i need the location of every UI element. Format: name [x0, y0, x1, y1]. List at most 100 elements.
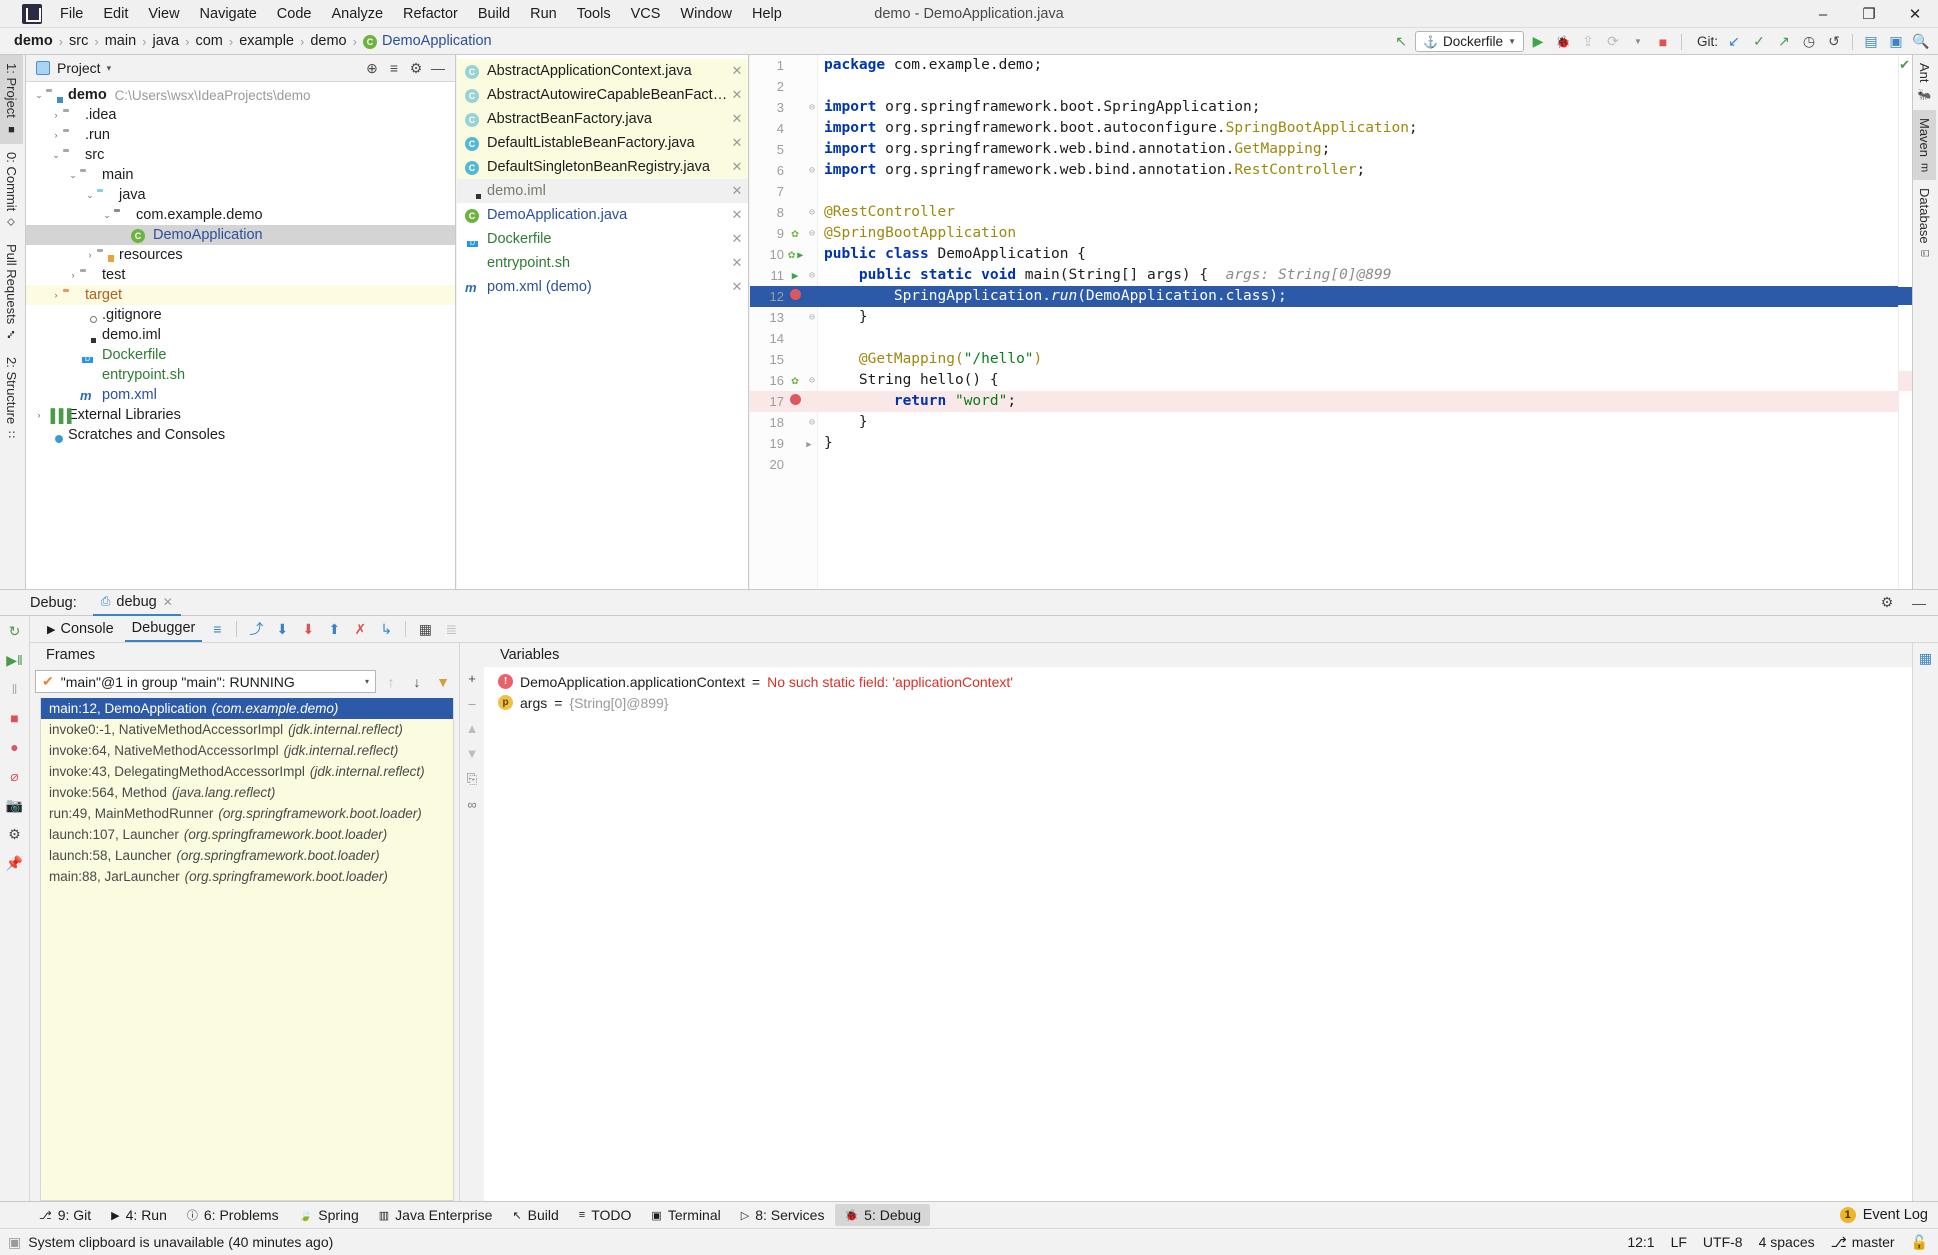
sort-values-icon[interactable]: ≣ — [440, 619, 462, 639]
code-line-16[interactable]: 16 ✿ ⊖ String hello() { — [750, 370, 1912, 391]
code-line-14[interactable]: 14 — [750, 328, 1912, 349]
tree-node-target[interactable]: › target — [26, 285, 455, 305]
code-line-7[interactable]: 7 — [750, 181, 1912, 202]
close-icon[interactable]: ✕ — [730, 87, 744, 103]
chevron-down-icon[interactable]: ⌄ — [32, 90, 46, 101]
collapse-all-icon[interactable]: ≡ — [383, 57, 405, 79]
variables-list[interactable]: ! DemoApplication.applicationContext = No… — [484, 667, 1912, 1201]
code-line-15[interactable]: 15 @GetMapping("/hello") — [750, 349, 1912, 370]
run-to-cursor-icon[interactable]: ↳ — [375, 619, 397, 639]
step-out-icon[interactable]: ⬆ — [323, 619, 345, 639]
code-line-11[interactable]: 11 ▶ ⊖ public static void main(String[] ar… — [750, 265, 1912, 286]
debug-layout-sidebar[interactable]: ▦ — [1912, 643, 1938, 1201]
tool-tab-project[interactable]: 1: Project ■ — [0, 55, 23, 144]
file-tab-abstractautowirecapablebeanfactory-java[interactable]: C AbstractAutowireCapableBeanFactory.java… — [457, 83, 748, 107]
code-line-17[interactable]: 17 return "word"; — [750, 391, 1912, 412]
menu-item-code[interactable]: Code — [267, 2, 322, 26]
settings-icon[interactable]: ⚙ — [4, 824, 26, 844]
bottom-tab-spring[interactable]: 🍃 Spring — [290, 1204, 368, 1226]
code-line-4[interactable]: 4 import org.springframework.boot.autocon… — [750, 118, 1912, 139]
chevron-right-icon[interactable]: › — [83, 250, 97, 260]
file-tab-abstractbeanfactory-java[interactable]: C AbstractBeanFactory.java ✕ — [457, 107, 748, 131]
copy-value-icon[interactable]: ⎘ — [467, 771, 477, 787]
tree-node-external-libraries[interactable]: › ▐▐▐ External Libraries — [26, 405, 455, 425]
tree-node-java[interactable]: ⌄ java — [26, 185, 455, 205]
chevron-right-icon[interactable]: › — [49, 110, 63, 120]
debug-tab-debugger[interactable]: Debugger — [124, 616, 203, 642]
breadcrumb-item-src[interactable]: src — [69, 33, 88, 49]
run-icon[interactable]: ▶ — [1527, 31, 1549, 53]
code-fold-icon[interactable]: ⊖ — [805, 370, 819, 391]
code-line-5[interactable]: 5 import org.springframework.web.bind.ann… — [750, 139, 1912, 160]
close-icon[interactable]: ✕ — [730, 207, 744, 223]
status-message[interactable]: System clipboard is unavailable (40 minu… — [28, 1234, 333, 1250]
close-icon[interactable]: ✕ — [730, 279, 744, 295]
add-watch-icon[interactable]: + — [468, 671, 476, 686]
chevron-right-icon[interactable]: › — [66, 270, 80, 280]
menu-item-window[interactable]: Window — [670, 2, 742, 26]
spring-run-icon[interactable]: ✿ ▶ — [788, 244, 803, 266]
variables-actions-sidebar[interactable]: + – ▲ ▼ ⎘ ∞ — [460, 643, 484, 1201]
run-gutter-icon[interactable]: ▶ — [788, 265, 802, 286]
fold-arrow-icon[interactable]: ▶ — [802, 433, 816, 456]
tree-node-src[interactable]: ⌄ src — [26, 145, 455, 165]
code-fold-icon[interactable]: ⊖ — [805, 307, 819, 328]
file-tab-demoapplication-java[interactable]: C DemoApplication.java ✕ — [457, 203, 748, 227]
breakpoint-icon[interactable] — [788, 286, 802, 307]
code-fold-icon[interactable]: ⊖ — [805, 412, 819, 433]
code-line-19[interactable]: 19 ▶} — [750, 433, 1912, 454]
chevron-down-icon[interactable]: ⌄ — [100, 210, 114, 221]
mute-breakpoints-icon[interactable]: ● — [4, 737, 26, 757]
restore-layout-icon[interactable]: ▦ — [1915, 647, 1937, 669]
stop-icon[interactable]: ■ — [1652, 31, 1674, 53]
code-line-3[interactable]: 3 ⊖ import org.springframework.boot.Spring… — [750, 97, 1912, 118]
debug-action-sidebar[interactable]: ↻ ▶‖ ‖ ■ ● ⌀ 📷 ⚙ 📌 — [0, 616, 30, 1201]
code-editor[interactable]: 1 package com.example.demo; 2 3 ⊖ import org.… — [750, 55, 1912, 589]
locate-file-icon[interactable]: ⊕ — [361, 57, 383, 79]
chevron-down-icon[interactable]: ⌄ — [83, 190, 97, 201]
close-icon[interactable]: ✕ — [730, 159, 744, 175]
inspect-icon[interactable]: ∞ — [467, 797, 476, 812]
open-files-list[interactable]: C AbstractApplicationContext.java ✕ C Abstra… — [457, 55, 749, 589]
menu-item-analyze[interactable]: Analyze — [321, 2, 393, 26]
code-line-18[interactable]: 18 ⊖ } — [750, 412, 1912, 433]
code-fold-icon[interactable]: ⊖ — [805, 160, 819, 181]
resume-icon[interactable]: ▶‖ — [4, 650, 26, 670]
search-icon[interactable]: 🔍 — [1910, 31, 1932, 53]
code-line-10[interactable]: 10 ✿ ▶ public class DemoApplication { — [750, 244, 1912, 265]
bottom-tab-terminal[interactable]: ▣ Terminal — [642, 1204, 729, 1226]
code-line-12[interactable]: 12 SpringApplication.run(DemoApplication… — [750, 286, 1912, 307]
project-settings-icon[interactable]: ⚙ — [405, 57, 427, 79]
debug-icon[interactable]: 🐞 — [1552, 31, 1574, 53]
stack-frame-row[interactable]: invoke:564, Method (java.lang.reflect) — [41, 782, 453, 803]
stack-frame-row[interactable]: main:12, DemoApplication (com.example.dem… — [41, 698, 453, 719]
code-fold-icon[interactable]: ⊖ — [805, 223, 819, 244]
chevron-down-icon[interactable]: ▾ — [107, 63, 112, 74]
event-log-area[interactable]: 1 Event Log — [1839, 1207, 1928, 1223]
tool-tab-database[interactable]: Database ⌸ — [1913, 180, 1936, 264]
stack-frame-row[interactable]: launch:58, Launcher (org.springframework.… — [41, 845, 453, 866]
chevron-down-icon[interactable]: ⌄ — [49, 150, 63, 161]
menu-item-vcs[interactable]: VCS — [621, 2, 671, 26]
tool-tab-pull-requests[interactable]: Pull Requests ⑇ — [0, 236, 23, 349]
force-step-into-icon[interactable]: ✗ — [349, 619, 371, 639]
tree-node--idea[interactable]: › .idea — [26, 105, 455, 125]
layout-icon[interactable]: ≡ — [206, 619, 228, 639]
stack-frame-row[interactable]: invoke:43, DelegatingMethodAccessorImpl (… — [41, 761, 453, 782]
minimize-button[interactable]: – — [1800, 0, 1846, 28]
debug-tab-console[interactable]: ▶ Console — [40, 616, 121, 642]
bottom-tab-4-run[interactable]: ▶ 4: Run — [102, 1204, 176, 1226]
close-icon[interactable]: ✕ — [730, 135, 744, 151]
git-rollback-icon[interactable]: ↺ — [1823, 31, 1845, 53]
tree-node-com-example-demo[interactable]: ⌄ com.example.demo — [26, 205, 455, 225]
bottom-tab-8-services[interactable]: ▷ 8: Services — [732, 1204, 834, 1226]
breadcrumb-item-java[interactable]: java — [152, 33, 179, 49]
breadcrumb[interactable]: demo › src › main › java › com › example › demo › C Dem… — [14, 33, 492, 49]
tree-node-main[interactable]: ⌄ main — [26, 165, 455, 185]
close-icon[interactable]: ✕ — [730, 111, 744, 127]
show-execution-point-icon[interactable]: ⤴ — [245, 619, 267, 639]
bottom-tab-5-debug[interactable]: 🐞 5: Debug — [835, 1204, 930, 1226]
code-line-13[interactable]: 13 ⊖ } — [750, 307, 1912, 328]
tool-tab-maven[interactable]: Maven m — [1913, 109, 1936, 181]
tree-node-demo[interactable]: ⌄ demo C:\Users\wsx\IdeaProjects\demo — [26, 85, 455, 105]
